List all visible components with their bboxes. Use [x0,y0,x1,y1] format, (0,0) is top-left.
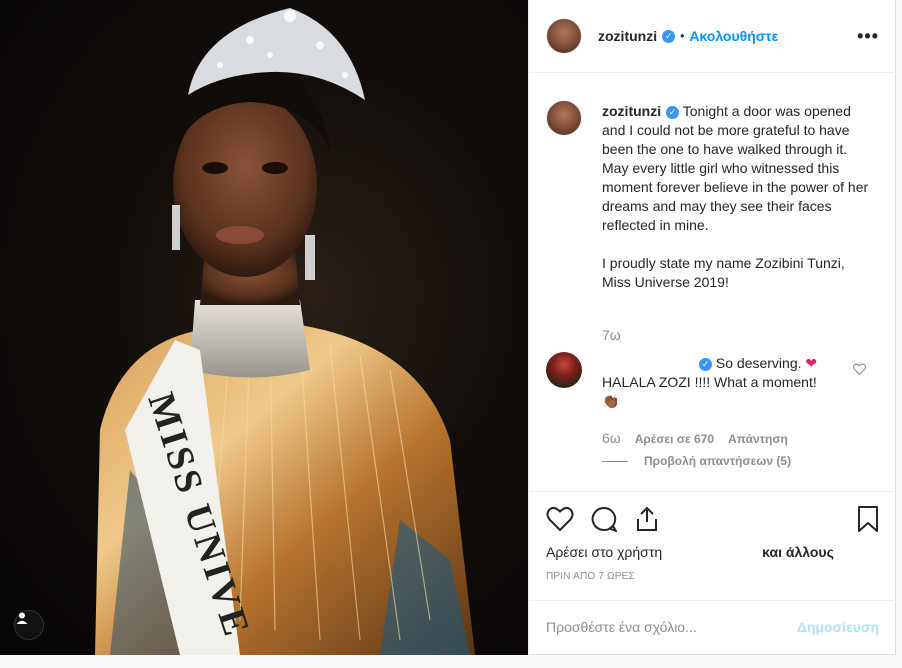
post-timestamp[interactable]: ΠΡΙΝ ΑΠΟ 7 ΩΡΕΣ [546,571,635,582]
bookmark-icon[interactable] [857,506,879,532]
caption-text-2: I proudly state my name Zozibini Tunzi, … [602,255,845,290]
portrait-illustration: MISS UNIVE [95,8,475,655]
author-username[interactable]: zozitunzi [598,28,657,44]
post-comment-button[interactable]: Δημοσίευση [797,619,879,635]
caption-timestamp[interactable]: 7ω [602,327,621,343]
comment-bubble-icon[interactable] [590,506,618,532]
view-replies-label: Προβολή απαντήσεων (5) [644,454,792,468]
liked-by-summary[interactable]: Αρέσει στο χρήστη και άλλους [546,544,834,560]
liked-by-username-redacted [667,546,757,558]
tagged-users-button[interactable] [14,610,44,640]
verified-badge-icon: ✓ [699,357,712,371]
person-icon [16,612,28,624]
post-actions: Αρέσει στο χρήστη και άλλους ΠΡΙΝ ΑΠΟ 7 … [529,491,896,591]
header-separator: • [680,29,685,43]
more-options-icon[interactable]: ••• [857,27,879,45]
verified-badge-icon: ✓ [666,105,680,119]
comment-meta: 6ω Αρέσει σε 670 Απάντηση [602,430,788,446]
comment-timestamp[interactable]: 6ω [602,430,621,446]
clapping-hands-emoji: 👏🏾 [602,393,620,409]
red-heart-emoji: ❤ [805,355,818,371]
comment-text-2: HALALA ZOZI !!!! What a moment! [602,374,817,390]
liked-by-suffix[interactable]: και άλλους [762,544,834,560]
replies-divider [602,460,628,462]
post-details-panel: zozitunzi ✓ • Ακολουθήστε ••• zozitunzi ✓… [528,0,896,655]
comments-section[interactable]: zozitunzi ✓ Tonight a door was opened and… [529,73,896,491]
action-icons [546,506,660,532]
comment-composer: Δημοσίευση [529,600,896,655]
instagram-post-frame: MISS UNIVE zozitunzi ✓ • Ακολουθήστε •••… [0,0,902,668]
like-heart-icon[interactable] [546,506,574,532]
caption-text: Tonight a door was opened and I could no… [602,103,869,233]
page-margin-right [896,0,902,668]
comment-body: ✓ So deserving. ❤ HALALA ZOZI !!!! What … [602,354,852,411]
follow-button[interactable]: Ακολουθήστε [689,28,778,44]
liked-by-prefix: Αρέσει στο χρήστη [546,544,663,560]
post-header: zozitunzi ✓ • Ακολουθήστε ••• [529,0,896,73]
commenter-avatar[interactable] [546,352,582,388]
post-photo[interactable]: MISS UNIVE [0,0,528,655]
add-comment-input[interactable] [546,615,776,639]
caption-username[interactable]: zozitunzi [602,103,661,119]
comment-text: So deserving. [715,355,802,371]
post-caption: zozitunzi ✓ Tonight a door was opened and… [602,102,872,292]
reply-button[interactable]: Απάντηση [728,432,788,446]
comment-likes-count[interactable]: Αρέσει σε 670 [635,432,714,446]
share-icon[interactable] [634,506,660,532]
author-avatar[interactable] [546,18,582,54]
view-replies-button[interactable]: Προβολή απαντήσεων (5) [602,454,791,468]
commenter-username-redacted [602,356,694,368]
page-margin-bottom [0,655,902,668]
caption-author-avatar[interactable] [546,100,582,136]
verified-badge-icon: ✓ [662,29,676,43]
comment-like-heart-icon[interactable] [853,363,866,375]
